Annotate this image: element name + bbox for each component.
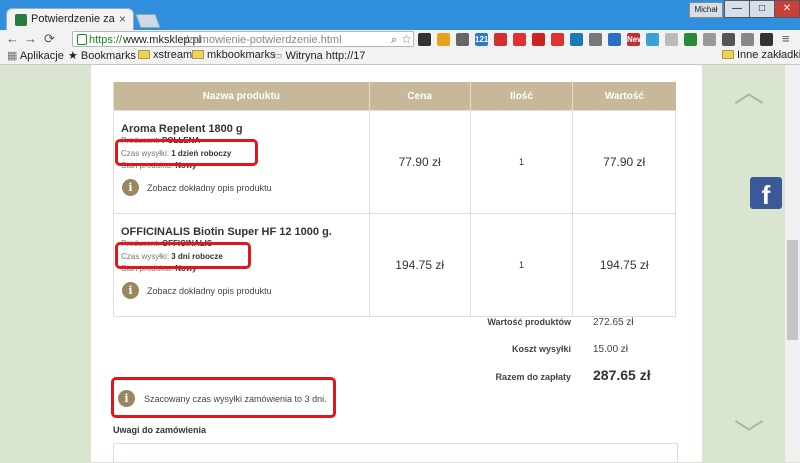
news-extension-icon[interactable]: New (627, 33, 643, 46)
order-confirmation-panel: Nazwa produktu Cena Ilość Wartość Aroma … (91, 65, 702, 463)
tools-extension-icon[interactable] (570, 33, 583, 46)
bookmark-other[interactable]: Inne zakładki (722, 49, 800, 61)
search-icon[interactable]: ⌕ (391, 32, 397, 48)
fx-extension-icon[interactable] (722, 33, 735, 46)
bookmark-xstream[interactable]: xstream (138, 49, 192, 61)
blocks-extension-icon[interactable] (741, 33, 754, 46)
url-path: /zamowienie-potwierdzenie.html (185, 34, 342, 46)
title-bar: Potwierdzenie zamó × Michał — □ ✕ (0, 0, 800, 30)
info-icon: i (122, 179, 139, 196)
product-details-link[interactable]: Zobacz dokładny opis produktu (147, 286, 272, 296)
pen-extension-icon[interactable] (665, 33, 678, 46)
price-cell: 194.75 zł (368, 213, 471, 317)
tab-title: Potwierdzenie zamó (31, 13, 115, 25)
column-header: Ilość (469, 82, 573, 111)
chevron-down-icon[interactable]: ﹀ (734, 410, 764, 454)
star-extension-icon[interactable] (437, 33, 450, 46)
green-extension-icon[interactable] (684, 33, 697, 46)
more-extension-icon[interactable] (760, 33, 773, 46)
es-extension-icon[interactable] (703, 33, 716, 46)
shipping-cost-value: 15.00 zł (593, 344, 629, 355)
facebook-icon[interactable]: f (750, 177, 782, 210)
total-cell: 77.90 zł (572, 110, 676, 214)
bookmarks-bar: ▦ Aplikacje ★ Bookmarks xstream mkbookma… (0, 48, 800, 65)
column-header: Cena (368, 82, 471, 111)
key-extension-icon[interactable] (589, 33, 602, 46)
total-cell: 194.75 zł (572, 213, 676, 317)
skype-extension-icon[interactable] (646, 33, 659, 46)
shipping-estimate: Szacowany czas wysyłki zamówienia to 3 d… (144, 394, 327, 404)
tab-close-icon[interactable]: × (119, 12, 126, 26)
product-details-link[interactable]: Zobacz dokładny opis produktu (147, 183, 272, 193)
bookmark-mkbookmarks[interactable]: mkbookmarks (192, 49, 275, 61)
column-header: Nazwa produktu (113, 82, 370, 111)
record-extension-icon[interactable] (532, 33, 545, 46)
product-cell: OFFICINALIS Biotin Super HF 12 1000 g. P… (113, 213, 370, 317)
adblock-extension-icon[interactable] (551, 33, 564, 46)
quantity-cell: 1 (469, 110, 574, 214)
maximize-button[interactable]: □ (749, 0, 775, 18)
browser-tab[interactable]: Potwierdzenie zamó × (6, 8, 134, 30)
order-table: Nazwa produktu Cena Ilość Wartość Aroma … (113, 82, 676, 317)
scrollbar-thumb[interactable] (787, 240, 798, 340)
profile-button[interactable]: Michał (689, 2, 723, 18)
new-tab-button[interactable] (135, 14, 161, 28)
reload-icon[interactable]: ⟳ (44, 31, 55, 47)
gmail-extension-icon[interactable] (494, 33, 507, 46)
address-bar[interactable]: https:// www.mksklep.pl /zamowienie-potw… (72, 31, 414, 47)
calendar-extension-icon[interactable]: 121 (475, 33, 488, 46)
favicon-icon (15, 14, 27, 26)
info-icon: i (118, 390, 135, 407)
product-cell: Aroma Repelent 1800 g Producent: POLLENA… (113, 110, 370, 214)
menu-icon[interactable]: ≡ (782, 31, 790, 46)
lock-icon (77, 34, 87, 45)
product-name: OFFICINALIS Biotin Super HF 12 1000 g. (121, 226, 332, 238)
info-icon: i (122, 282, 139, 299)
notes-textarea[interactable] (113, 443, 678, 463)
forward-icon[interactable]: → (24, 31, 37, 46)
timer-extension-icon[interactable] (456, 33, 469, 46)
settings-extension-icon[interactable] (418, 33, 431, 46)
total-value: 287.65 zł (593, 367, 651, 383)
bookmark-star-icon[interactable]: ☆ (401, 31, 412, 47)
close-window-button[interactable]: ✕ (774, 0, 800, 18)
highlight-box (115, 139, 258, 166)
url-scheme: https:// (89, 34, 123, 46)
products-value-label: Wartość produktów (487, 317, 571, 327)
table-row: Aroma Repelent 1800 g Producent: POLLENA… (113, 110, 676, 214)
shipping-cost-label: Koszt wysyłki (511, 344, 571, 354)
highlight-box (115, 242, 251, 269)
chevron-up-icon[interactable]: ︿ (734, 67, 764, 111)
bookmark-bookmarks[interactable]: ★ Bookmarks (68, 49, 136, 62)
notes-label: Uwagi do zamówienia (113, 425, 207, 435)
bookmark-apps[interactable]: ▦ Aplikacje (7, 49, 64, 62)
price-cell: 77.90 zł (368, 110, 471, 214)
opera-extension-icon[interactable] (513, 33, 526, 46)
page-scrollbar[interactable] (785, 65, 800, 462)
bookmark-witryna[interactable]: ▭ Witryna http://17 (272, 49, 366, 62)
page-background: Nazwa produktu Cena Ilość Wartość Aroma … (0, 65, 785, 463)
product-name: Aroma Repelent 1800 g (121, 123, 243, 135)
p-extension-icon[interactable] (608, 33, 621, 46)
products-value: 272.65 zł (593, 317, 634, 328)
back-icon[interactable]: ← (6, 31, 19, 46)
quantity-cell: 1 (469, 213, 574, 317)
total-label: Razem do zapłaty (495, 372, 571, 382)
table-row: OFFICINALIS Biotin Super HF 12 1000 g. P… (113, 213, 676, 317)
column-header: Wartość (572, 82, 676, 111)
minimize-button[interactable]: — (724, 0, 750, 18)
